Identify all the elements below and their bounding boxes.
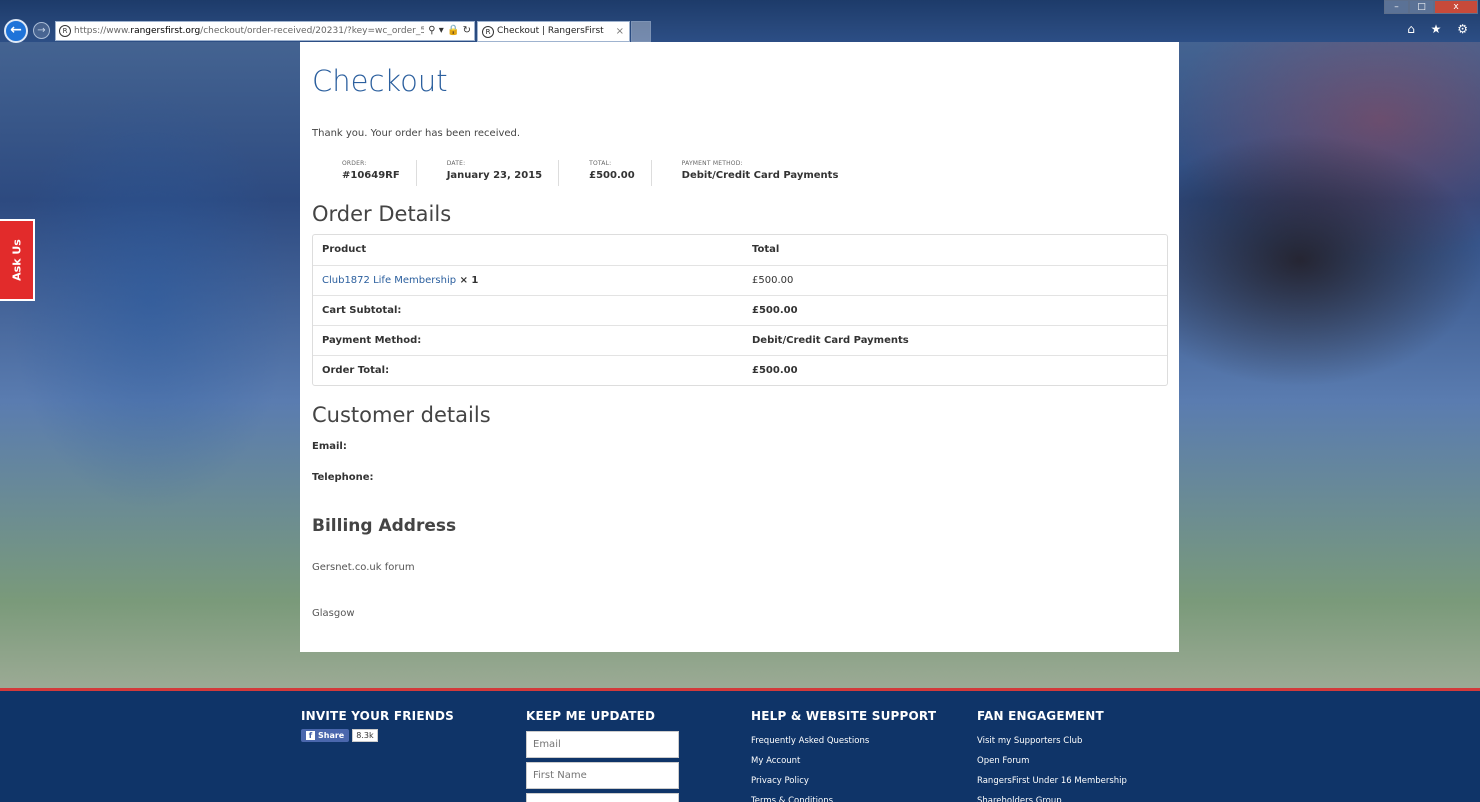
newsletter-extra-input[interactable] <box>526 793 679 802</box>
help-link-faq[interactable]: Frequently Asked Questions <box>751 731 936 751</box>
facebook-icon: f <box>306 731 315 740</box>
browser-chrome: ← → R https://www.rangersfirst.org/check… <box>0 0 1480 43</box>
product-link[interactable]: Club1872 Life Membership <box>322 275 456 286</box>
order-details-table: Product Total Club1872 Life Membership ×… <box>312 234 1168 386</box>
window-controls: – □ x <box>1384 0 1478 14</box>
summary-date: DATE: January 23, 2015 <box>417 160 560 186</box>
summary-label: TOTAL: <box>589 160 612 167</box>
footer-updated: KEEP ME UPDATED <box>526 709 679 802</box>
fan-link-under16[interactable]: RangersFirst Under 16 Membership <box>977 771 1127 791</box>
billing-line: Glasgow <box>312 608 355 619</box>
ask-us-label: Ask Us <box>10 239 23 281</box>
header-product: Product <box>322 244 367 255</box>
footer-fan: FAN ENGAGEMENT Visit my Supporters Club … <box>977 709 1127 802</box>
forward-arrow-icon[interactable]: → <box>33 22 50 39</box>
tab-close-icon[interactable]: × <box>616 22 624 41</box>
summary-label: DATE: <box>446 160 466 167</box>
url-domain: rangersfirst.org <box>130 26 201 36</box>
table-row: Order Total: £500.00 <box>313 355 1167 385</box>
header-total: Total <box>752 244 780 255</box>
site-favicon-icon: R <box>59 25 71 37</box>
new-tab-button[interactable] <box>631 21 651 42</box>
help-heading: HELP & WEBSITE SUPPORT <box>751 709 937 723</box>
tab-checkout[interactable]: R Checkout | RangersFirst × <box>477 21 630 42</box>
fan-heading: FAN ENGAGEMENT <box>977 709 1104 723</box>
footer-invite: INVITE YOUR FRIENDS f Share 8.3k <box>301 709 454 742</box>
order-summary: ORDER: #10649RF DATE: January 23, 2015 T… <box>312 160 854 186</box>
summary-total: TOTAL: £500.00 <box>559 160 652 186</box>
payment-method-value: Debit/Credit Card Payments <box>752 335 909 346</box>
email-label: Email: <box>312 441 347 452</box>
checkout-panel: Checkout Thank you. Your order has been … <box>300 42 1179 652</box>
fan-link-supporters-club[interactable]: Visit my Supporters Club <box>977 731 1127 751</box>
subtotal-label: Cart Subtotal: <box>322 305 402 316</box>
table-row: Club1872 Life Membership × 1 £500.00 <box>313 265 1167 295</box>
table-row: Cart Subtotal: £500.00 <box>313 295 1167 325</box>
summary-payment-method: PAYMENT METHOD: Debit/Credit Card Paymen… <box>652 160 855 186</box>
tab-favicon-icon: R <box>482 26 494 38</box>
ask-us-tab[interactable]: Ask Us <box>0 219 35 301</box>
fan-link-forum[interactable]: Open Forum <box>977 751 1127 771</box>
share-label: Share <box>318 731 345 740</box>
summary-value: January 23, 2015 <box>446 170 543 181</box>
customer-details-heading: Customer details <box>312 403 491 427</box>
newsletter-form <box>526 731 679 802</box>
fan-links: Visit my Supporters Club Open Forum Rang… <box>977 731 1127 802</box>
maximize-icon[interactable]: □ <box>1409 0 1434 14</box>
order-received-message: Thank you. Your order has been received. <box>312 128 521 139</box>
updated-heading: KEEP ME UPDATED <box>526 709 656 723</box>
order-total-label: Order Total: <box>322 365 390 376</box>
back-arrow-icon[interactable]: ← <box>4 19 28 43</box>
table-header-row: Product Total <box>313 235 1167 265</box>
share-count: 8.3k <box>352 729 378 742</box>
site-footer: INVITE YOUR FRIENDS f Share 8.3k KEEP ME U… <box>0 688 1480 802</box>
summary-value: Debit/Credit Card Payments <box>681 170 839 181</box>
tab-title: Checkout | RangersFirst <box>497 26 604 36</box>
home-favorites-settings-icon[interactable]: ⌂ ★ ⚙ <box>1407 22 1474 36</box>
summary-label: ORDER: <box>342 160 367 167</box>
summary-value: #10649RF <box>342 170 400 181</box>
help-link-privacy[interactable]: Privacy Policy <box>751 771 936 791</box>
billing-line: Gersnet.co.uk forum <box>312 562 415 573</box>
order-details-heading: Order Details <box>312 202 452 226</box>
fan-link-shareholders[interactable]: Shareholders Group <box>977 791 1127 802</box>
minimize-icon[interactable]: – <box>1384 0 1409 14</box>
summary-label: PAYMENT METHOD: <box>681 160 743 167</box>
help-link-terms[interactable]: Terms & Conditions <box>751 791 936 802</box>
product-cell: Club1872 Life Membership × 1 <box>313 266 743 295</box>
order-total-value: £500.00 <box>752 365 798 376</box>
summary-value: £500.00 <box>589 170 635 181</box>
product-quantity: × 1 <box>456 275 479 286</box>
help-link-account[interactable]: My Account <box>751 751 936 771</box>
payment-method-label: Payment Method: <box>322 335 422 346</box>
product-total: £500.00 <box>752 275 794 286</box>
newsletter-email-input[interactable] <box>526 731 679 758</box>
address-bar[interactable]: R https://www.rangersfirst.org/checkout/… <box>55 21 475 41</box>
address-tools-icon[interactable]: ⚲ ▾ 🔒 ↻ <box>424 22 471 40</box>
newsletter-firstname-input[interactable] <box>526 762 679 789</box>
url-prefix: https://www. <box>74 26 131 36</box>
url-path: /checkout/order-received/20231/?key=wc_o… <box>200 26 454 36</box>
subtotal-value: £500.00 <box>752 305 798 316</box>
telephone-label: Telephone: <box>312 472 374 483</box>
table-row: Payment Method: Debit/Credit Card Paymen… <box>313 325 1167 355</box>
page-title: Checkout <box>312 64 448 98</box>
help-links: Frequently Asked Questions My Account Pr… <box>751 731 936 802</box>
billing-address-heading: Billing Address <box>312 516 457 536</box>
close-window-icon[interactable]: x <box>1434 0 1478 14</box>
facebook-share-button[interactable]: f Share <box>301 729 350 742</box>
invite-heading: INVITE YOUR FRIENDS <box>301 709 454 723</box>
summary-order: ORDER: #10649RF <box>312 160 417 186</box>
footer-help: HELP & WEBSITE SUPPORT Frequently Asked … <box>751 709 936 802</box>
